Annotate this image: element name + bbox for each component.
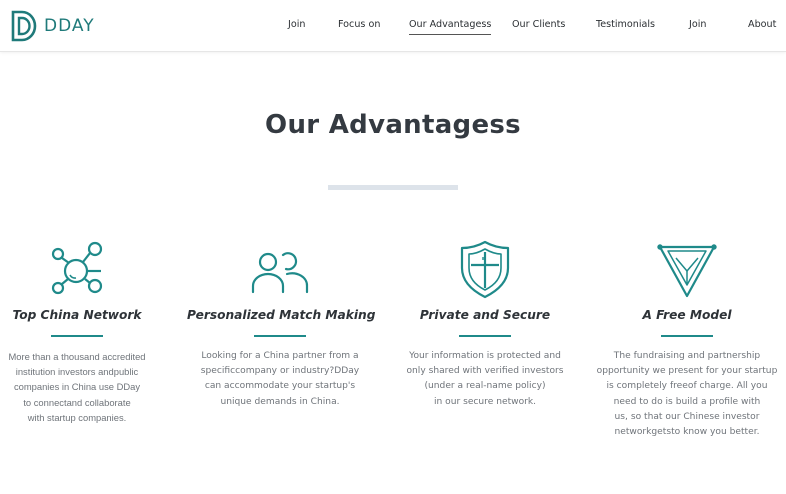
description-line: networkgetsto know you better. xyxy=(614,427,760,438)
description-line: More than a thousand accredited xyxy=(8,351,146,362)
card-title: Top China Network xyxy=(12,308,142,322)
shield-icon xyxy=(460,240,510,299)
description-line: (under a real-name policy) xyxy=(424,381,546,392)
card-description: More than a thousand accredited institut… xyxy=(0,349,170,425)
description-line: us, so that our Chinese investor xyxy=(614,411,760,422)
card-underline xyxy=(51,335,103,337)
nav-item-our-clients[interactable]: Our Clients xyxy=(512,19,565,30)
nav-item-join[interactable]: Join xyxy=(288,19,305,30)
description-line: need to do is build a profile with xyxy=(613,396,761,407)
card-title: Personalized Match Making xyxy=(187,308,376,322)
nav-item-our-advantagess[interactable]: Our Advantagess xyxy=(409,19,492,35)
advantage-card-network: Top China Network More than a thousand a… xyxy=(0,238,170,425)
description-line: Your information is protected and xyxy=(409,351,561,361)
nav-item-join-2[interactable]: Join xyxy=(689,19,706,30)
description-line: with startup companies. xyxy=(27,411,127,423)
description-line: The fundraising and partnership xyxy=(613,351,761,361)
nav-item-focus-on[interactable]: Focus on xyxy=(338,19,380,30)
header: DDAY Join Focus on Our Advantagess Our C… xyxy=(0,0,786,52)
card-title: Private and Secure xyxy=(419,308,551,322)
card-underline xyxy=(254,335,306,337)
nav-item-about[interactable]: About xyxy=(748,19,776,30)
description-line: is completely freeof charge. All you xyxy=(606,381,768,392)
card-underline xyxy=(661,335,713,337)
network-icon xyxy=(51,241,103,295)
description-line: can accommodate your startup's xyxy=(204,381,356,392)
advantage-card-matchmaking: Personalized Match Making Looking for a … xyxy=(187,238,376,410)
section-title: Our Advantagess xyxy=(265,110,521,140)
description-line: in our secure network. xyxy=(433,396,537,407)
people-icon xyxy=(251,252,309,294)
description-line: to connectand collaborate xyxy=(23,396,131,408)
advantage-card-free-model: A Free Model The fundraising and partner… xyxy=(594,238,780,440)
description-line: companies in China use DDay xyxy=(13,381,141,393)
description-line: institution investors andpublic xyxy=(15,366,139,378)
card-underline xyxy=(459,335,511,337)
description-line: opportunity we present for your startup xyxy=(596,366,778,377)
description-line: specificcompany or industry?DDay xyxy=(200,366,360,377)
card-title: A Free Model xyxy=(642,308,732,322)
description-line: Looking for a China partner from a xyxy=(201,351,359,361)
card-description: Your information is protected and only s… xyxy=(392,349,578,410)
nav-item-testimonials[interactable]: Testimonials xyxy=(596,19,655,30)
triangle-icon xyxy=(657,244,717,298)
card-description: Looking for a China partner from a speci… xyxy=(187,349,373,410)
card-description: The fundraising and partnership opportun… xyxy=(594,349,780,440)
advantage-card-secure: Private and Secure Your information is p… xyxy=(392,238,578,410)
main-nav: Join Focus on Our Advantagess Our Client… xyxy=(0,0,786,52)
title-divider xyxy=(328,185,458,190)
description-line: unique demands in China. xyxy=(220,396,340,407)
description-line: only shared with verified investors xyxy=(406,366,564,377)
